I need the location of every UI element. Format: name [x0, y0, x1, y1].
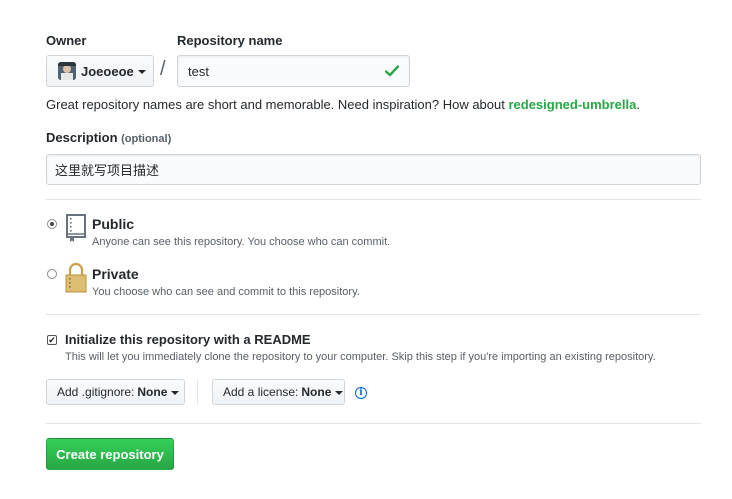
description-input[interactable]: 这里就写项目描述 — [46, 154, 701, 185]
private-title: Private — [92, 266, 139, 282]
repository-name-label: Repository name — [177, 33, 283, 48]
readme-title: Initialize this repository with a README — [65, 332, 311, 347]
gitignore-value: None — [137, 385, 168, 399]
license-value: None — [301, 385, 332, 399]
divider — [46, 314, 701, 315]
public-title: Public — [92, 216, 135, 232]
license-label: Add a license: — [223, 385, 299, 399]
readme-subtitle: This will let you immediately clone the … — [65, 351, 656, 363]
gitignore-dropdown[interactable]: Add .gitignore: None — [46, 379, 185, 405]
checkmark-icon: ✔ — [48, 334, 56, 345]
owner-label: Owner — [46, 33, 87, 48]
repo-book-icon — [66, 214, 86, 242]
private-subtitle: You choose who can see and commit to thi… — [92, 286, 360, 298]
name-suggestion-link[interactable]: redesigned-umbrella — [508, 97, 636, 112]
gitignore-label: Add .gitignore: — [57, 385, 135, 399]
description-label: Description (optional) — [46, 130, 171, 145]
check-icon — [385, 65, 399, 77]
public-subtitle: Anyone can see this repository. You choo… — [92, 236, 391, 248]
create-repository-button[interactable]: Create repository — [46, 438, 174, 470]
info-icon[interactable]: i — [355, 387, 367, 399]
hint-end: . — [636, 97, 640, 112]
private-radio[interactable] — [47, 269, 57, 279]
optional-tag: (optional) — [121, 133, 172, 145]
chevron-down-icon — [335, 391, 344, 395]
avatar — [58, 62, 76, 80]
repository-name-value: test — [188, 63, 209, 79]
readme-checkbox[interactable]: ✔ — [47, 335, 57, 345]
public-radio[interactable] — [47, 219, 57, 229]
divider — [46, 199, 701, 200]
owner-name: Joeoeoe — [81, 63, 134, 79]
chevron-down-icon — [171, 391, 180, 395]
repository-name-input[interactable]: test — [177, 55, 410, 87]
owner-dropdown[interactable]: Joeoeoe — [46, 55, 154, 87]
divider — [197, 379, 198, 405]
divider — [46, 423, 701, 424]
chevron-down-icon — [137, 70, 146, 74]
description-label-text: Description — [46, 130, 118, 145]
description-value: 这里就写项目描述 — [55, 163, 160, 178]
license-dropdown[interactable]: Add a license: None — [212, 379, 345, 405]
owner-repo-separator: / — [160, 58, 166, 80]
repository-name-hint: Great repository names are short and mem… — [46, 97, 640, 112]
lock-icon — [65, 262, 87, 293]
hint-text: Great repository names are short and mem… — [46, 97, 509, 112]
